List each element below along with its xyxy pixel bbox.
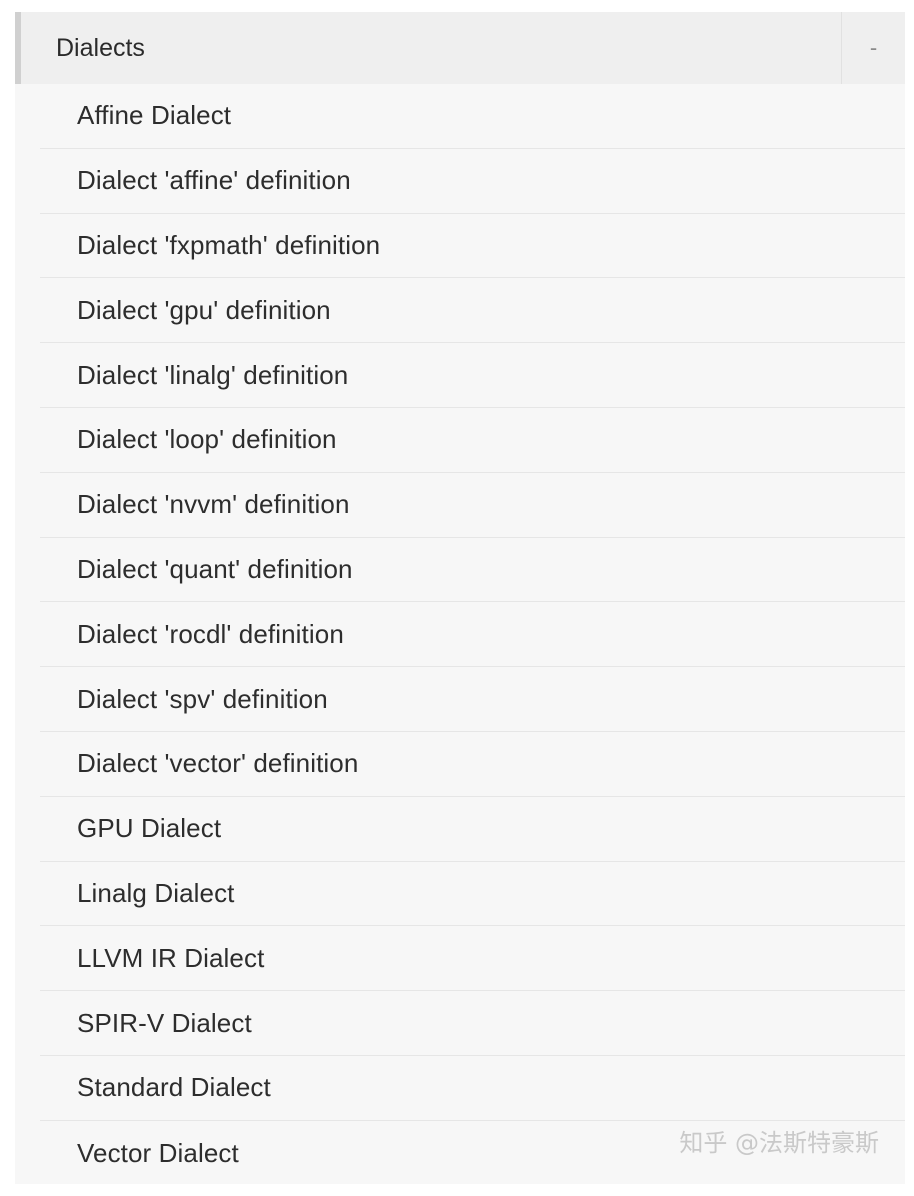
list-item-label: Dialect 'spv' definition (77, 683, 328, 714)
list-item-label: Dialect 'gpu' definition (77, 294, 331, 325)
list-item[interactable]: Dialect 'fxpmath' definition (40, 214, 905, 279)
list-item-label: Affine Dialect (77, 100, 232, 131)
list-item-label: LLVM IR Dialect (77, 942, 265, 973)
list-item-label: Dialect 'linalg' definition (77, 359, 349, 390)
list-item[interactable]: Affine Dialect (40, 84, 905, 149)
list-item-label: Dialect 'loop' definition (77, 424, 337, 455)
list-item[interactable]: Dialect 'quant' definition (40, 538, 905, 603)
section-title: Dialects (56, 33, 145, 62)
list-item-label: GPU Dialect (77, 813, 222, 844)
list-item[interactable]: Dialect 'spv' definition (40, 667, 905, 732)
dialects-panel: Dialects - Affine Dialect Dialect 'affin… (15, 12, 905, 1184)
list-item[interactable]: Dialect 'linalg' definition (40, 343, 905, 408)
list-item-label: Dialect 'vector' definition (77, 748, 359, 779)
collapse-button[interactable]: - (841, 12, 905, 84)
list-item-label: Dialect 'nvvm' definition (77, 489, 350, 520)
list-item[interactable]: Dialect 'loop' definition (40, 408, 905, 473)
list-item[interactable]: Dialect 'affine' definition (40, 149, 905, 214)
list-item[interactable]: Dialect 'nvvm' definition (40, 473, 905, 538)
list-item[interactable]: Dialect 'rocdl' definition (40, 602, 905, 668)
list-item[interactable]: SPIR-V Dialect (40, 991, 905, 1056)
list-item[interactable]: Standard Dialect (40, 1056, 905, 1121)
dialect-list: Affine Dialect Dialect 'affine' definiti… (15, 84, 905, 1184)
list-item-label: Dialect 'quant' definition (77, 553, 353, 584)
list-item[interactable]: Linalg Dialect (40, 862, 905, 927)
list-item[interactable]: Dialect 'vector' definition (40, 732, 905, 797)
list-item-label: Standard Dialect (77, 1072, 271, 1103)
watermark: 知乎 @法斯特豪斯 (679, 1129, 879, 1157)
list-item-label: Dialect 'affine' definition (77, 165, 351, 196)
list-item-label: SPIR-V Dialect (77, 1007, 252, 1038)
list-item-label: Dialect 'rocdl' definition (77, 618, 344, 649)
list-item-label: Vector Dialect (77, 1137, 239, 1168)
dialects-section-header[interactable]: Dialects - (15, 12, 905, 84)
list-item-label: Dialect 'fxpmath' definition (77, 229, 381, 260)
list-item[interactable]: Dialect 'gpu' definition (40, 278, 905, 344)
list-item[interactable]: LLVM IR Dialect (40, 926, 905, 992)
list-item[interactable]: GPU Dialect (40, 797, 905, 862)
list-item-label: Linalg Dialect (77, 877, 235, 908)
